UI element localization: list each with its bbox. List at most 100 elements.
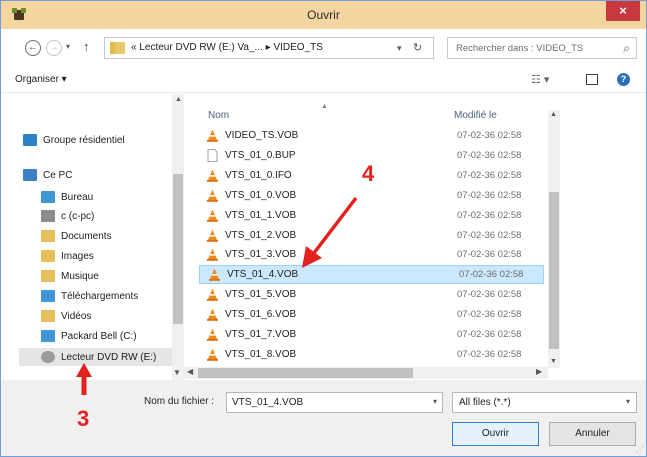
file-modified-date: 07-02-36 02:58 xyxy=(457,289,522,301)
nav-item[interactable]: Packard Bell (C:) xyxy=(41,327,137,345)
filename-input[interactable]: VTS_01_4.VOB ▾ xyxy=(226,392,443,413)
address-dropdown[interactable]: ▾ xyxy=(397,43,402,54)
file-row[interactable]: VTS_01_8.VOB 07-02-36 02:58 xyxy=(198,345,548,364)
file-name[interactable]: VTS_01_0.BUP xyxy=(225,150,457,161)
address-bar[interactable]: « Lecteur DVD RW (E:) Va_... ▸ VIDEO_TS xyxy=(104,37,434,59)
recent-locations-dropdown[interactable]: ▾ xyxy=(66,42,70,51)
file-row[interactable]: VTS_01_5.VOB 07-02-36 02:58 xyxy=(198,285,548,304)
dvd-drive-icon xyxy=(41,351,55,363)
search-icon[interactable]: ⌕ xyxy=(623,41,630,56)
chevron-down-icon[interactable]: ▾ xyxy=(626,397,630,406)
navigation-pane[interactable]: Groupe résidentiel Ce PC Bureau c (c-pc) Doc… xyxy=(1,94,184,380)
nav-scroll-down-arrow[interactable]: ▼ xyxy=(173,368,181,377)
nav-item[interactable]: Lecteur DVD RW (E:) xyxy=(19,348,174,366)
filename-value[interactable]: VTS_01_4.VOB xyxy=(232,397,303,408)
up-button[interactable]: ↑ xyxy=(83,39,90,54)
file-name[interactable]: VTS_01_3.VOB xyxy=(225,249,457,260)
scroll-up-arrow[interactable]: ▲ xyxy=(550,111,557,118)
file-row[interactable]: VTS_01_0.VOB 07-02-36 02:58 xyxy=(198,186,548,205)
open-button[interactable]: Ouvrir xyxy=(452,422,539,446)
back-button[interactable]: ← xyxy=(25,40,41,56)
file-modified-date: 07-02-36 02:58 xyxy=(457,189,522,201)
network-drive-icon xyxy=(41,210,55,222)
resize-grip-icon[interactable]: ⋰ xyxy=(636,445,644,454)
search-input[interactable]: Rechercher dans : VIDEO_TS ⌕ xyxy=(447,37,637,59)
search-placeholder: Rechercher dans : VIDEO_TS xyxy=(456,43,584,54)
nav-item[interactable]: Images xyxy=(41,247,94,265)
nav-item[interactable]: Documents xyxy=(41,227,112,245)
file-name[interactable]: VTS_01_5.VOB xyxy=(225,289,457,300)
file-row[interactable]: VTS_01_6.VOB 07-02-36 02:58 xyxy=(198,305,548,324)
nav-item[interactable]: Groupe résidentiel xyxy=(23,131,125,149)
vlc-cone-icon xyxy=(207,129,218,142)
file-row[interactable]: VTS_01_3.VOB 07-02-36 02:58 xyxy=(198,245,548,264)
file-name[interactable]: VTS_01_0.VOB xyxy=(225,190,457,201)
file-name[interactable]: VTS_01_7.VOB xyxy=(225,329,457,340)
file-list-vertical-scrollbar[interactable]: ▲ ▼ xyxy=(548,110,560,368)
nav-item-label: Ce PC xyxy=(43,169,73,181)
computer-icon xyxy=(23,169,37,181)
vlc-cone-icon xyxy=(207,229,218,242)
videos-folder-icon xyxy=(41,310,55,322)
file-name[interactable]: VTS_01_4.VOB xyxy=(227,269,459,280)
file-name[interactable]: VTS_01_2.VOB xyxy=(225,230,457,241)
view-options-icon[interactable]: ☷ ▾ xyxy=(531,73,549,86)
file-row[interactable]: VTS_01_2.VOB 07-02-36 02:58 xyxy=(198,226,548,245)
annotation-number-4: 4 xyxy=(362,161,375,186)
cancel-button[interactable]: Annuler xyxy=(549,422,636,446)
vlc-cone-icon xyxy=(207,348,218,361)
scroll-down-arrow[interactable]: ▼ xyxy=(550,358,557,365)
nav-item[interactable]: c (c-pc) xyxy=(41,207,94,225)
nav-item[interactable]: Ce PC xyxy=(23,166,72,184)
horizontal-scroll-thumb[interactable] xyxy=(198,368,413,378)
address-path[interactable]: « Lecteur DVD RW (E:) Va_... ▸ VIDEO_TS xyxy=(131,42,323,53)
file-name[interactable]: VIDEO_TS.VOB xyxy=(225,130,457,141)
nav-scrollbar[interactable]: ▲ xyxy=(172,94,184,380)
refresh-icon[interactable]: ↻ xyxy=(413,41,422,54)
nav-item[interactable]: Téléchargements xyxy=(41,287,138,305)
column-header-modified[interactable]: Modifié le xyxy=(454,110,497,121)
file-name[interactable]: VTS_01_0.IFO xyxy=(225,170,457,181)
organize-button[interactable]: Organiser ▾ xyxy=(15,74,67,85)
open-dialog: Ouvrir × ← → ▾ ↑ « Lecteur DVD RW (E:) V… xyxy=(0,0,647,457)
title-bar[interactable]: Ouvrir × xyxy=(1,1,646,29)
nav-item-label: Packard Bell (C:) xyxy=(61,330,137,342)
vertical-scroll-thumb[interactable] xyxy=(549,192,559,349)
file-modified-date: 07-02-36 02:58 xyxy=(457,229,522,241)
file-name[interactable]: VTS_01_8.VOB xyxy=(225,349,457,360)
file-row[interactable]: VTS_01_4.VOB 07-02-36 02:58 xyxy=(199,265,544,285)
vlc-cone-icon xyxy=(207,328,218,341)
nav-item-label: c (c-pc) xyxy=(61,210,95,222)
documents-folder-icon xyxy=(41,230,55,242)
filetype-select[interactable]: All files (*.*) ▾ xyxy=(452,392,637,413)
vlc-cone-icon xyxy=(207,189,218,202)
file-row[interactable]: VIDEO_TS.VOB 07-02-36 02:58 xyxy=(198,126,548,145)
preview-pane-icon[interactable] xyxy=(586,74,598,85)
music-folder-icon xyxy=(41,270,55,282)
file-row[interactable]: VTS_01_1.VOB 07-02-36 02:58 xyxy=(198,206,548,225)
help-icon[interactable]: ? xyxy=(617,73,630,86)
chevron-down-icon[interactable]: ▾ xyxy=(433,397,437,406)
nav-item[interactable]: Bureau xyxy=(41,188,93,206)
nav-item[interactable]: Musique xyxy=(41,267,99,285)
nav-scroll-thumb[interactable] xyxy=(173,174,183,324)
file-modified-date: 07-02-36 02:58 xyxy=(457,130,522,141)
file-list-horizontal-scrollbar[interactable]: ◀ ▶ xyxy=(184,367,548,379)
file-list[interactable]: ▲ Nom Modifié le VIDEO_TS.VOB 07-02-36 02… xyxy=(184,94,646,380)
address-row: ← → ▾ ↑ « Lecteur DVD RW (E:) Va_... ▸ V… xyxy=(1,29,646,67)
file-modified-date: 07-02-36 02:58 xyxy=(457,309,522,321)
nav-item[interactable]: Vidéos xyxy=(41,307,91,325)
file-name[interactable]: VTS_01_6.VOB xyxy=(225,309,457,320)
filename-label: Nom du fichier : xyxy=(144,396,215,407)
scroll-up-arrow[interactable]: ▲ xyxy=(175,96,182,103)
vlc-cone-icon xyxy=(207,248,218,262)
window-title: Ouvrir xyxy=(307,8,340,22)
column-header-name[interactable]: Nom xyxy=(208,110,229,121)
forward-button[interactable]: → xyxy=(46,40,62,56)
desktop-folder-icon xyxy=(41,191,55,203)
file-row[interactable]: VTS_01_7.VOB 07-02-36 02:58 xyxy=(198,325,548,344)
scroll-left-arrow[interactable]: ◀ xyxy=(187,367,193,376)
close-button[interactable]: × xyxy=(606,1,640,21)
scroll-right-arrow[interactable]: ▶ xyxy=(536,367,542,376)
file-name[interactable]: VTS_01_1.VOB xyxy=(225,210,457,221)
